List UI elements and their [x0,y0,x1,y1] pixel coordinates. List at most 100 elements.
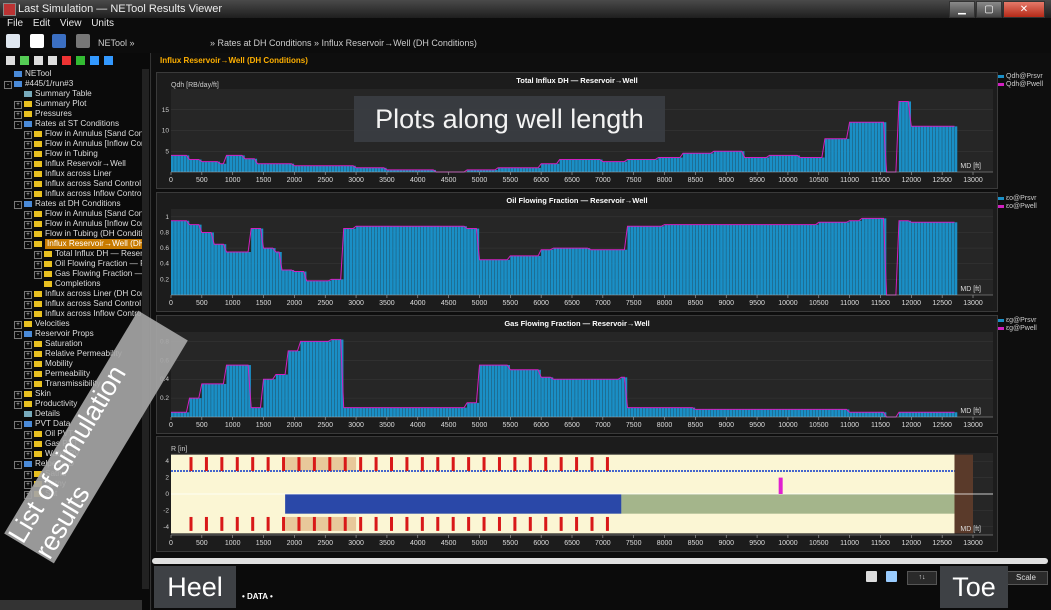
expand-icon[interactable]: + [24,471,32,479]
expand-icon[interactable]: + [24,151,32,159]
expand-icon[interactable]: + [24,221,32,229]
export-icon[interactable] [76,56,85,65]
expand-icon[interactable]: + [24,361,32,369]
tree-item[interactable]: + Pressures [0,109,142,119]
menu-edit[interactable]: Edit [33,18,50,29]
bar [772,409,776,417]
expand-icon[interactable]: + [34,271,42,279]
copy-icon[interactable] [76,34,90,48]
x-tick-label: 3000 [348,422,364,429]
chart-oil-fraction[interactable]: Oil Flowing Fraction — Reservoir→Well 0.2… [156,192,998,312]
minimize-button[interactable]: ▁ [949,1,975,18]
expand-icon[interactable]: + [14,391,22,399]
up-arrow-icon[interactable] [90,56,99,65]
expand-icon[interactable]: + [14,401,22,409]
expand-icon[interactable]: + [34,261,42,269]
expand-icon[interactable]: + [24,211,32,219]
cut-icon[interactable] [20,56,29,65]
copy-plot-icon[interactable] [866,571,877,582]
tree-item[interactable]: + Flow in Tubing [0,149,142,159]
tree-item[interactable]: + Influx across Sand Control [0,299,142,309]
expand-icon[interactable]: + [24,371,32,379]
save-icon[interactable] [52,34,66,48]
bar [627,226,631,295]
expand-icon[interactable]: + [24,231,32,239]
sort-button[interactable]: ↑↓ [907,571,937,585]
tree-item[interactable]: + Influx across Inflow Control [0,309,142,319]
tree-item[interactable]: + Velocities [0,319,142,329]
menu-view[interactable]: View [60,18,82,29]
tree-item[interactable]: - Rates at DH Conditions [0,199,142,209]
expand-icon[interactable]: + [24,161,32,169]
tree-item[interactable]: Completions [0,279,142,289]
expand-icon[interactable]: + [34,251,42,259]
collapse-icon[interactable]: - [4,81,12,89]
down-arrow-icon[interactable] [104,56,113,65]
collapse-icon[interactable]: - [14,201,22,209]
tree-item[interactable]: Summary Table [0,89,142,99]
collapse-icon[interactable]: - [14,121,22,129]
tree-item[interactable]: + Total Influx DH — Reserv [0,249,142,259]
tree-item[interactable]: - #445/1/run#3 [0,79,142,89]
menu-units[interactable]: Units [91,18,114,29]
tree-item[interactable]: + Influx across Liner (DH Cor [0,289,142,299]
expand-icon[interactable]: + [24,451,32,459]
expand-icon[interactable]: + [24,131,32,139]
expand-icon[interactable]: + [24,351,32,359]
tree-item[interactable]: + Summary Plot [0,99,142,109]
tree-item[interactable]: - Rates at ST Conditions [0,119,142,129]
tree-item[interactable]: + Influx across Liner [0,169,142,179]
expand-icon[interactable]: + [24,141,32,149]
tree-item[interactable]: + Influx Reservoir→Well [0,159,142,169]
expand-icon[interactable]: + [14,111,22,119]
expand-icon[interactable]: + [24,171,32,179]
tree-item[interactable]: + Flow in Tubing (DH Conditi [0,229,142,239]
tree-item[interactable]: + Flow in Annulus [Inflow Cor [0,139,142,149]
scale-button[interactable]: Scale [1004,571,1048,585]
tree-item[interactable]: + Oil Flowing Fraction — F [0,259,142,269]
tree-horizontal-scrollbar[interactable] [0,600,142,610]
expand-icon[interactable]: + [24,381,32,389]
app-breadcrumb[interactable]: NETool » [98,38,135,48]
expand-icon[interactable]: + [24,301,32,309]
bar [562,248,566,295]
tree-item[interactable]: + Gas Flowing Fraction — [0,269,142,279]
new-icon[interactable] [6,34,20,48]
collapse-icon[interactable]: - [24,241,32,249]
chart-gas-fraction[interactable]: Gas Flowing Fraction — Reservoir→Well 0.2… [156,315,998,434]
tree-item[interactable]: + Influx across Inflow Control [0,189,142,199]
collapse-icon[interactable]: - [14,331,22,339]
menu-file[interactable]: File [7,18,23,29]
expand-icon[interactable]: + [24,291,32,299]
print-icon[interactable] [886,571,897,582]
home-icon[interactable] [6,56,15,65]
plot-icon [34,231,42,237]
expand-icon[interactable]: + [24,311,32,319]
collapse-icon[interactable]: - [14,421,22,429]
open-icon[interactable] [30,34,44,48]
chart-completion-schematic[interactable]: R [in] 4 2 0 -2 -4 0 500 1000 1500 2000 2500 3000 350… [156,436,998,552]
paste-icon[interactable] [48,56,57,65]
expand-icon[interactable]: + [14,101,22,109]
expand-icon[interactable]: + [24,441,32,449]
tree-item[interactable]: + Flow in Annulus [Inflow Cor [0,219,142,229]
expand-icon[interactable]: + [24,181,32,189]
tree-item[interactable]: + Influx across Sand Control [0,179,142,189]
delete-icon[interactable] [62,56,71,65]
collapse-icon[interactable]: - [14,461,22,469]
data-tab[interactable]: • DATA • [242,592,273,601]
bar [602,161,606,172]
tree-item[interactable]: + Flow in Annulus [Sand Con [0,209,142,219]
plot-horizontal-scrollbar[interactable] [152,558,1048,564]
tree-item[interactable]: + Flow in Annulus [Sand Con [0,129,142,139]
maximize-button[interactable]: ▢ [976,1,1002,18]
bar [852,412,856,417]
copy-icon[interactable] [34,56,43,65]
tree-item[interactable]: NETool [0,69,142,79]
expand-icon[interactable]: + [14,321,22,329]
expand-icon[interactable]: + [24,341,32,349]
expand-icon[interactable]: + [24,431,32,439]
expand-icon[interactable]: + [24,191,32,199]
close-button[interactable]: ✕ [1003,1,1045,18]
tree-item[interactable]: - Influx Reservoir→Well (DH [0,239,142,249]
